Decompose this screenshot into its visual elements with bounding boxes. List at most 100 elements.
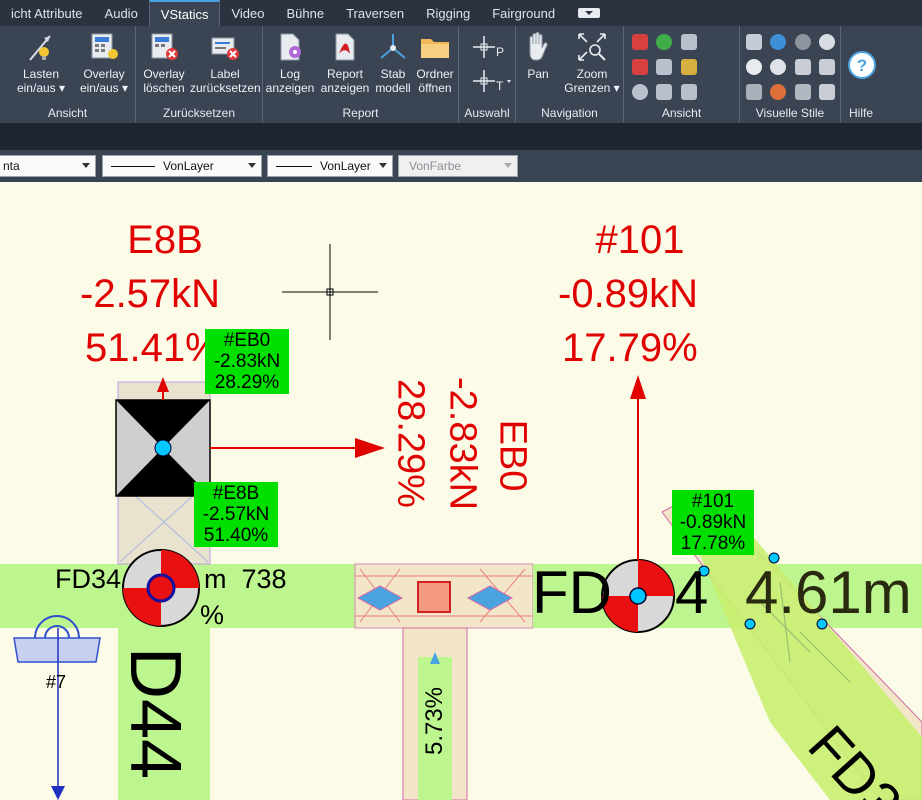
- style-custom-icon[interactable]: [819, 84, 836, 100]
- overlay-label-e8b[interactable]: #E8B -2.57kN 51.40%: [194, 482, 278, 547]
- properties-bar: nta VonLayer VonLayer VonFarbe: [0, 150, 922, 182]
- style-shaded-icon[interactable]: [770, 34, 787, 50]
- log-file-icon: [280, 33, 301, 61]
- style-sketch-icon[interactable]: [819, 34, 836, 50]
- stabmodell-button[interactable]: Stab modell: [373, 30, 413, 95]
- tab-video[interactable]: Video: [220, 0, 275, 26]
- tab-traversen[interactable]: Traversen: [335, 0, 415, 26]
- style-xray-icon[interactable]: [819, 59, 836, 75]
- ribbon-tab-bar: icht Attribute Audio VStatics Video Bühn…: [0, 0, 922, 26]
- linetype-value: VonLayer: [163, 159, 214, 173]
- load-toggle-icon: [29, 35, 51, 61]
- ordner-oeffnen-button[interactable]: Ordner öffnen: [413, 30, 457, 95]
- view-side-icon[interactable]: [656, 84, 673, 100]
- style-hidden-icon[interactable]: [794, 59, 811, 75]
- load-rot-force: -2.83kN: [441, 376, 484, 511]
- panel-auswahl: P T Auswahl: [459, 26, 516, 123]
- overlay-toggle-button[interactable]: Overlay ein/aus ▾: [74, 30, 134, 95]
- truss-label-percent: %: [200, 600, 225, 630]
- tab-audio[interactable]: Audio: [94, 0, 149, 26]
- overlay-label-101[interactable]: #101 -0.89kN 17.78%: [672, 490, 754, 555]
- style-flat-icon[interactable]: [794, 84, 811, 100]
- style-material-icon[interactable]: [770, 84, 787, 100]
- stab-label-1: Stab: [380, 67, 406, 81]
- pan-hand-icon: [529, 32, 548, 61]
- overlay-101-percent: 17.78%: [680, 533, 746, 554]
- plotstyle-combo: VonFarbe: [398, 155, 518, 177]
- panel-label-hilfe: Hilfe: [849, 106, 874, 120]
- truss-label-vertical-left: D44: [115, 646, 195, 780]
- overlay-eb0-percent: 28.29%: [214, 372, 280, 393]
- overlay-eb0-force: -2.83kN: [213, 351, 281, 372]
- drawing-canvas[interactable]: E8B -2.57kN 51.41% #101 -0.89kN 17.79% 2…: [0, 182, 922, 800]
- chevron-down-icon: [82, 163, 90, 172]
- load-right-name: #101: [595, 218, 685, 262]
- ordner-label-2: öffnen: [418, 81, 452, 95]
- panel-navigation: Pan Zoom Grenzen ▾ Navigation: [516, 26, 624, 123]
- panel-zuruecksetzen: Overlay löschen Label zurücksetzen Zurüc…: [136, 26, 263, 123]
- select-truss-icon[interactable]: T: [467, 66, 513, 96]
- magnet-icon[interactable]: [632, 59, 648, 75]
- load-left-force: -2.57kN: [80, 272, 221, 316]
- truss-corner-block: [417, 581, 451, 613]
- tab-fairground[interactable]: Fairground: [481, 0, 566, 26]
- help-icon[interactable]: ?: [847, 50, 877, 80]
- zoom-grenzen-button[interactable]: Zoom Grenzen ▾: [562, 30, 622, 95]
- truss-label-right: 4.61m: [745, 559, 912, 626]
- label-zuruecksetzen-button[interactable]: Label zurücksetzen: [190, 30, 261, 95]
- overlay-label-eb0[interactable]: #EB0 -2.83kN 28.29%: [205, 329, 289, 394]
- style-conceptual-icon[interactable]: [770, 59, 787, 75]
- load-left-name: E8B: [127, 218, 203, 262]
- style-wireframe-icon[interactable]: [746, 34, 762, 50]
- load-right-force: -0.89kN: [558, 272, 699, 316]
- visual-styles-grid: [744, 32, 837, 107]
- chevron-down-icon: [504, 163, 512, 172]
- linetype-preview: [111, 165, 155, 167]
- ribbon: Lasten ein/aus ▾ Overlay ein/aus ▾ Ansic…: [0, 26, 922, 123]
- axis-model-icon: [380, 34, 406, 59]
- truss-label-mid: FD: [532, 559, 612, 626]
- lineweight-combo[interactable]: VonLayer: [267, 155, 393, 177]
- truss-label-mid-2: 4: [675, 559, 709, 626]
- lasten-button[interactable]: Lasten ein/aus ▾: [10, 30, 72, 95]
- overlay-101-name: #101: [691, 491, 735, 512]
- label-zuruecksetzen-label-1: Label: [210, 67, 240, 81]
- report-anzeigen-button[interactable]: Report anzeigen: [319, 30, 371, 95]
- tab-attribute[interactable]: icht Attribute: [0, 0, 94, 26]
- tab-rigging[interactable]: Rigging: [415, 0, 481, 26]
- ribbon-minimize-icon[interactable]: [578, 8, 601, 18]
- camera-icon[interactable]: [680, 34, 697, 50]
- view-front-icon[interactable]: [656, 59, 673, 75]
- linetype-combo[interactable]: VonLayer: [102, 155, 262, 177]
- tab-vstatics[interactable]: VStatics: [148, 0, 221, 26]
- node-symbol-right[interactable]: [601, 559, 675, 633]
- arrow-down-icon: [51, 786, 65, 800]
- tab-buehne[interactable]: Bühne: [276, 0, 336, 26]
- view-cube-icon[interactable]: [632, 34, 648, 50]
- load-left-percent: 51.41%: [85, 326, 221, 370]
- load-rot-name: EB0: [491, 419, 534, 492]
- color-combo[interactable]: nta: [0, 155, 96, 177]
- zoom-extents-icon: [578, 33, 606, 61]
- style-edges-icon[interactable]: [746, 84, 762, 100]
- truss-label-vertical-mid: 5.73%: [421, 686, 448, 756]
- truss-label-left: FD34: [55, 564, 122, 594]
- panel-ansicht-left: Lasten ein/aus ▾ Overlay ein/aus ▾ Ansic…: [0, 26, 136, 123]
- pan-button[interactable]: Pan: [518, 30, 558, 81]
- orbit-icon[interactable]: [656, 34, 673, 50]
- view-render-icon[interactable]: [680, 84, 697, 100]
- select-point-icon[interactable]: P: [467, 32, 509, 62]
- pan-label: Pan: [527, 67, 549, 81]
- style-realistic-icon[interactable]: [746, 59, 762, 75]
- view-rotate-icon[interactable]: [632, 84, 648, 100]
- overlay-loeschen-button[interactable]: Overlay löschen: [138, 30, 190, 95]
- hoist-point[interactable]: [154, 439, 172, 457]
- node-symbol-left[interactable]: [122, 549, 200, 627]
- log-anzeigen-button[interactable]: Log anzeigen: [265, 30, 315, 95]
- lasten-label-2: ein/aus: [16, 81, 56, 95]
- lineweight-preview: [276, 165, 312, 167]
- style-gray-icon[interactable]: [794, 34, 811, 50]
- light-icon[interactable]: [680, 59, 697, 75]
- svg-text:P: P: [496, 45, 504, 59]
- arrow-right-icon: [355, 438, 385, 458]
